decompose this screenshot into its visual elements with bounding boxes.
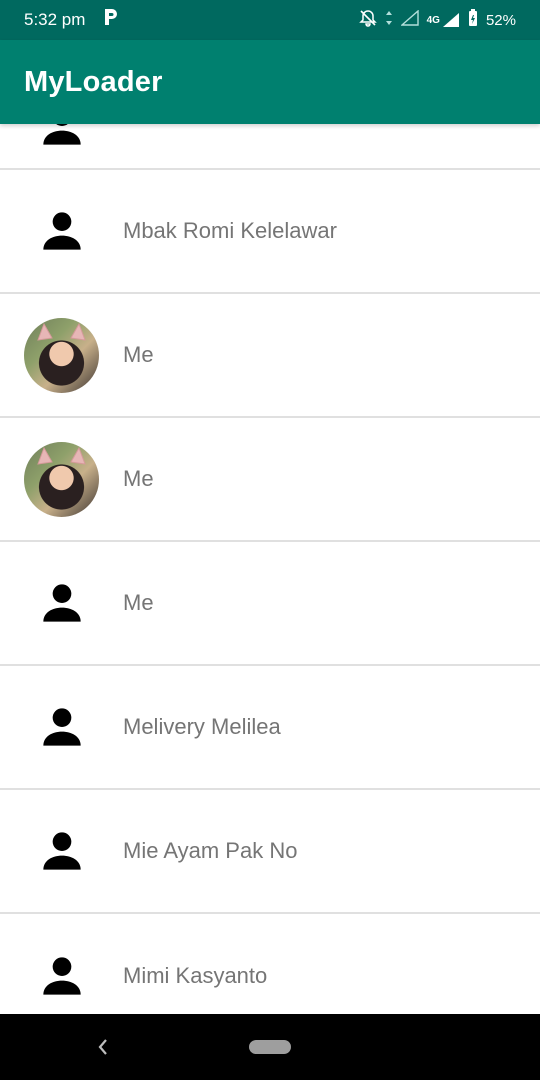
signal-4g-icon: 4G xyxy=(427,12,460,28)
person-icon xyxy=(24,939,99,1014)
signal-empty-icon xyxy=(399,9,419,30)
status-bar: 5:32 pm 4G 52% xyxy=(0,0,540,40)
navigation-bar xyxy=(0,1014,540,1080)
contact-photo-avatar xyxy=(24,317,99,393)
network-type: 4G xyxy=(426,14,440,26)
status-time: 5:32 pm xyxy=(24,10,86,29)
app-bar: MyLoader xyxy=(0,40,540,124)
contact-name: Me xyxy=(123,466,154,491)
home-pill-button[interactable] xyxy=(249,1040,291,1054)
contact-list-item[interactable] xyxy=(0,124,540,170)
contact-list-item[interactable]: Me xyxy=(0,418,540,542)
notifications-off-icon xyxy=(358,9,377,31)
contact-name: Me xyxy=(123,590,154,615)
contact-list-item[interactable]: Me xyxy=(0,294,540,418)
person-icon xyxy=(24,690,99,765)
parking-app-icon xyxy=(103,7,119,33)
contact-list-item[interactable]: Mbak Romi Kelelawar xyxy=(0,170,540,294)
data-arrows-icon xyxy=(385,10,393,30)
contact-name: Mbak Romi Kelelawar xyxy=(123,218,337,243)
contact-photo-avatar xyxy=(24,441,99,517)
back-chevron-icon[interactable] xyxy=(96,1036,110,1063)
contact-list[interactable]: Mbak Romi Kelelawar Me Me Me Melivery Me… xyxy=(0,124,540,1014)
person-icon xyxy=(24,814,99,889)
person-icon xyxy=(24,124,99,163)
contact-name: Me xyxy=(123,342,154,367)
contact-list-item[interactable]: Mimi Kasyanto xyxy=(0,914,540,1014)
contact-name: Mie Ayam Pak No xyxy=(123,838,298,863)
contact-name: Melivery Melilea xyxy=(123,714,281,739)
battery-charging-icon xyxy=(468,9,478,31)
contact-list-item[interactable]: Me xyxy=(0,542,540,666)
contact-list-item[interactable]: Melivery Melilea xyxy=(0,666,540,790)
contact-name: Mimi Kasyanto xyxy=(123,963,268,988)
contact-list-item[interactable]: Mie Ayam Pak No xyxy=(0,790,540,914)
battery-percent: 52% xyxy=(485,11,516,29)
person-icon xyxy=(24,566,99,641)
app-title: MyLoader xyxy=(24,65,163,98)
person-icon xyxy=(24,194,99,269)
